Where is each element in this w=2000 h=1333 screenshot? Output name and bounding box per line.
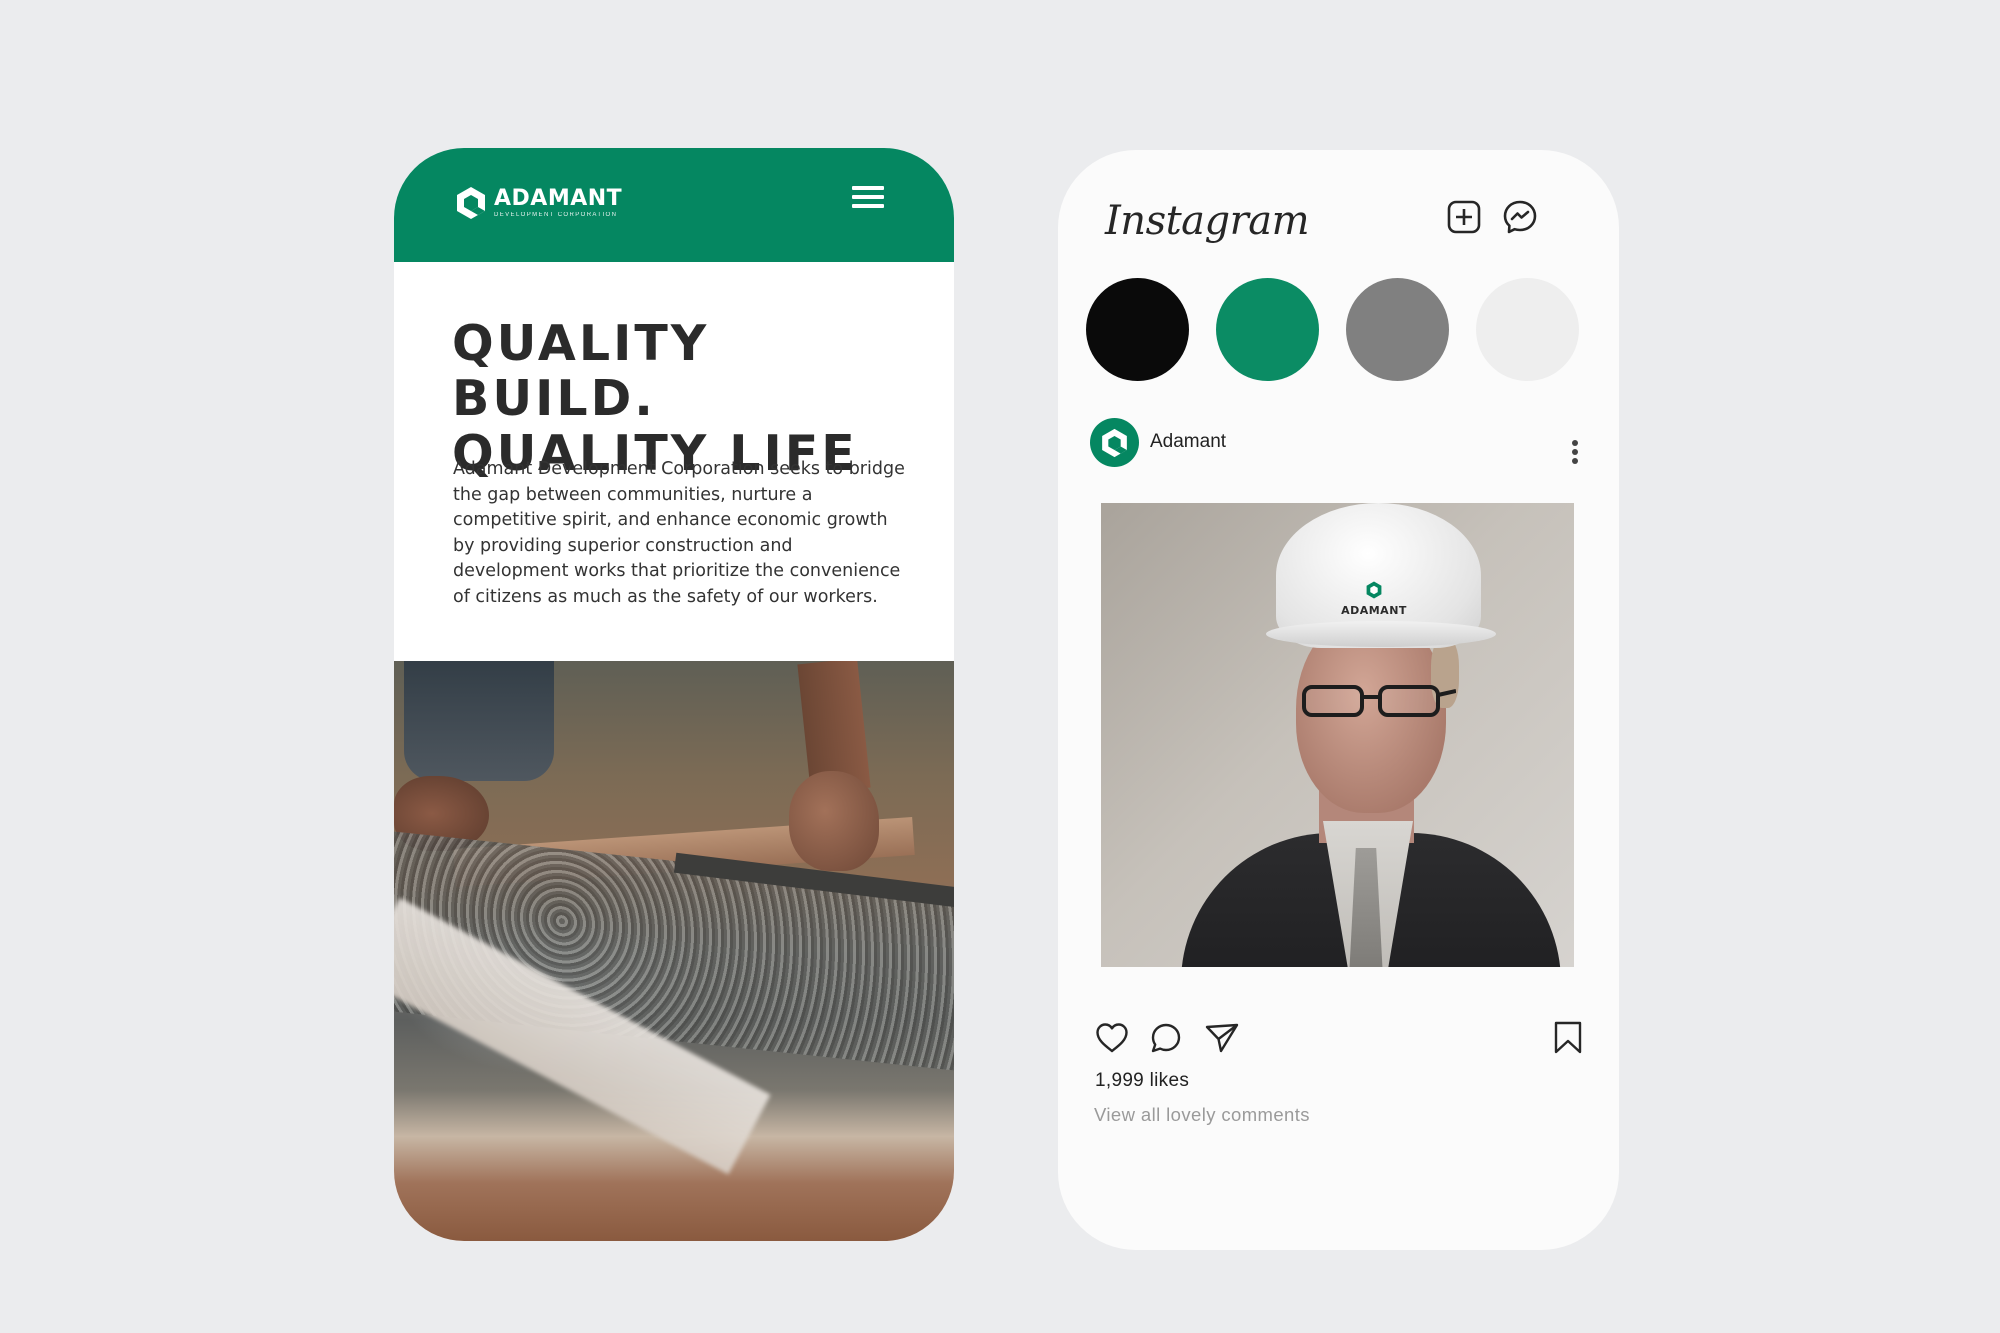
hard-hat-logo-text: ADAMANT [1341, 604, 1407, 617]
mockup-stage: ADAMANT DEVELOPMENT CORPORATION QUALITY … [0, 0, 2000, 1333]
messenger-icon[interactable] [1502, 199, 1538, 235]
post-actions [1094, 1020, 1594, 1060]
instagram-mobile-screen: Instagram Adamant ADAMANT 1,999 likes Vi… [1058, 150, 1619, 1250]
photo-worker-legs [404, 661, 554, 781]
post-username[interactable]: Adamant [1150, 431, 1226, 453]
adamant-hexagon-logo-icon [1102, 428, 1127, 458]
new-post-icon[interactable] [1446, 199, 1482, 235]
logo-name: ADAMANT [494, 186, 623, 211]
website-logo-text: ADAMANT DEVELOPMENT CORPORATION [494, 187, 622, 219]
more-options-icon[interactable] [1568, 440, 1582, 470]
likes-count[interactable]: 1,999 likes [1095, 1070, 1189, 1092]
heart-icon[interactable] [1094, 1020, 1130, 1056]
avatar[interactable] [1090, 418, 1139, 467]
construction-photo [394, 661, 954, 1241]
story-circle[interactable] [1346, 278, 1449, 381]
story-circle[interactable] [1086, 278, 1189, 381]
view-comments-link[interactable]: View all lovely comments [1094, 1104, 1310, 1126]
hamburger-menu-icon[interactable] [852, 186, 886, 210]
bookmark-icon[interactable] [1550, 1020, 1586, 1056]
website-logo[interactable]: ADAMANT DEVELOPMENT CORPORATION [456, 186, 622, 220]
adamant-hexagon-logo-icon [457, 187, 485, 219]
stories-row [1086, 278, 1579, 381]
photo-worker-hand [789, 771, 879, 871]
logo-tagline: DEVELOPMENT CORPORATION [494, 212, 618, 218]
photo-glasses [1302, 685, 1456, 717]
comment-icon[interactable] [1148, 1020, 1184, 1056]
website-header: ADAMANT DEVELOPMENT CORPORATION [394, 148, 954, 262]
story-circle[interactable] [1216, 278, 1319, 381]
website-mobile-screen: ADAMANT DEVELOPMENT CORPORATION QUALITY … [394, 148, 954, 1241]
hero-headline-line-1: QUALITY BUILD. [452, 315, 710, 427]
post-image[interactable]: ADAMANT [1101, 503, 1574, 967]
share-icon[interactable] [1204, 1020, 1240, 1056]
story-circle[interactable] [1476, 278, 1579, 381]
hard-hat-logo: ADAMANT [1339, 581, 1409, 617]
instagram-wordmark[interactable]: Instagram [1105, 198, 1310, 244]
post-header: Adamant [1090, 418, 1590, 468]
photo-hard-hat-brim [1266, 621, 1496, 647]
adamant-hexagon-logo-icon [1366, 581, 1382, 599]
hero-description: Adamant Development Corporation seeks to… [453, 459, 905, 607]
